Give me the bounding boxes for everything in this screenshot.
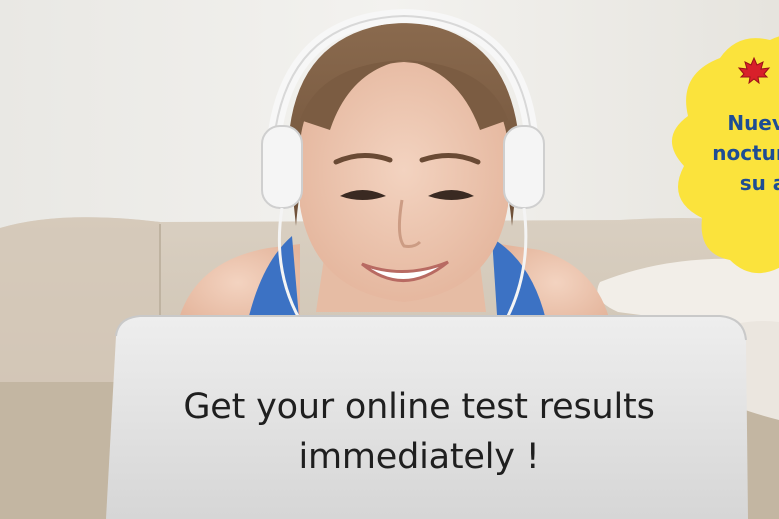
promo-line-4: su a [739, 171, 779, 195]
hero-banner: Get your online test results immediately… [0, 0, 779, 519]
headline: Get your online test results immediately… [110, 382, 728, 482]
headline-line-2: immediately ! [298, 437, 540, 477]
promo-text: E Nuevo nocturno su a [658, 78, 779, 198]
headline-line-1: Get your online test results [183, 387, 655, 427]
promo-line-3: nocturno [712, 141, 779, 165]
promo-line-1: E [658, 78, 779, 108]
promo-badge[interactable]: E Nuevo nocturno su a [658, 28, 779, 288]
promo-line-2: Nuevo [727, 111, 779, 135]
